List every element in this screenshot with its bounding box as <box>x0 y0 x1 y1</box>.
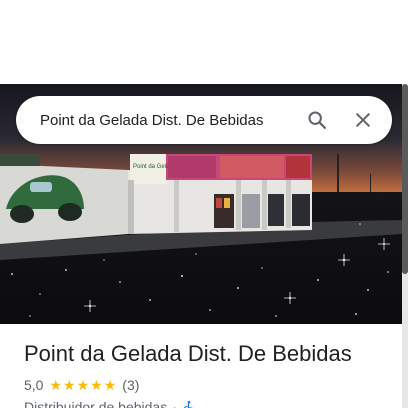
close-icon <box>356 113 370 127</box>
star-icon: ★ <box>63 377 76 393</box>
rating-row[interactable]: 5,0 ★ ★ ★ ★ ★ (3) <box>24 376 394 394</box>
maps-place-panel: Point da Gelada Point da Gelada Dist. De… <box>0 0 408 408</box>
scrollbar-thumb[interactable] <box>402 84 408 274</box>
scrollbar[interactable] <box>402 84 408 408</box>
review-count[interactable]: (3) <box>122 376 139 394</box>
separator-dot: · <box>172 399 177 408</box>
place-details: Point da Gelada Dist. De Bebidas 5,0 ★ ★… <box>24 340 394 408</box>
star-icon: ★ <box>90 377 103 393</box>
category-row: Distribuidor de bebidas · <box>24 398 394 408</box>
star-icon: ★ <box>49 377 63 393</box>
rating-value: 5,0 <box>24 377 44 393</box>
top-blank-area <box>0 0 408 84</box>
close-button[interactable] <box>348 105 378 135</box>
wheelchair-icon <box>182 400 196 408</box>
place-title: Point da Gelada Dist. De Bebidas <box>24 341 352 366</box>
search-input[interactable]: Point da Gelada Dist. De Bebidas <box>40 112 302 129</box>
star-icon: ★ <box>103 377 117 393</box>
search-box[interactable]: Point da Gelada Dist. De Bebidas <box>16 96 392 144</box>
search-button[interactable] <box>302 105 332 135</box>
star-icon: ★ <box>76 377 90 393</box>
search-icon <box>308 111 326 129</box>
place-category: Distribuidor de bebidas <box>24 399 168 408</box>
star-rating: ★ ★ ★ ★ ★ <box>49 378 117 392</box>
